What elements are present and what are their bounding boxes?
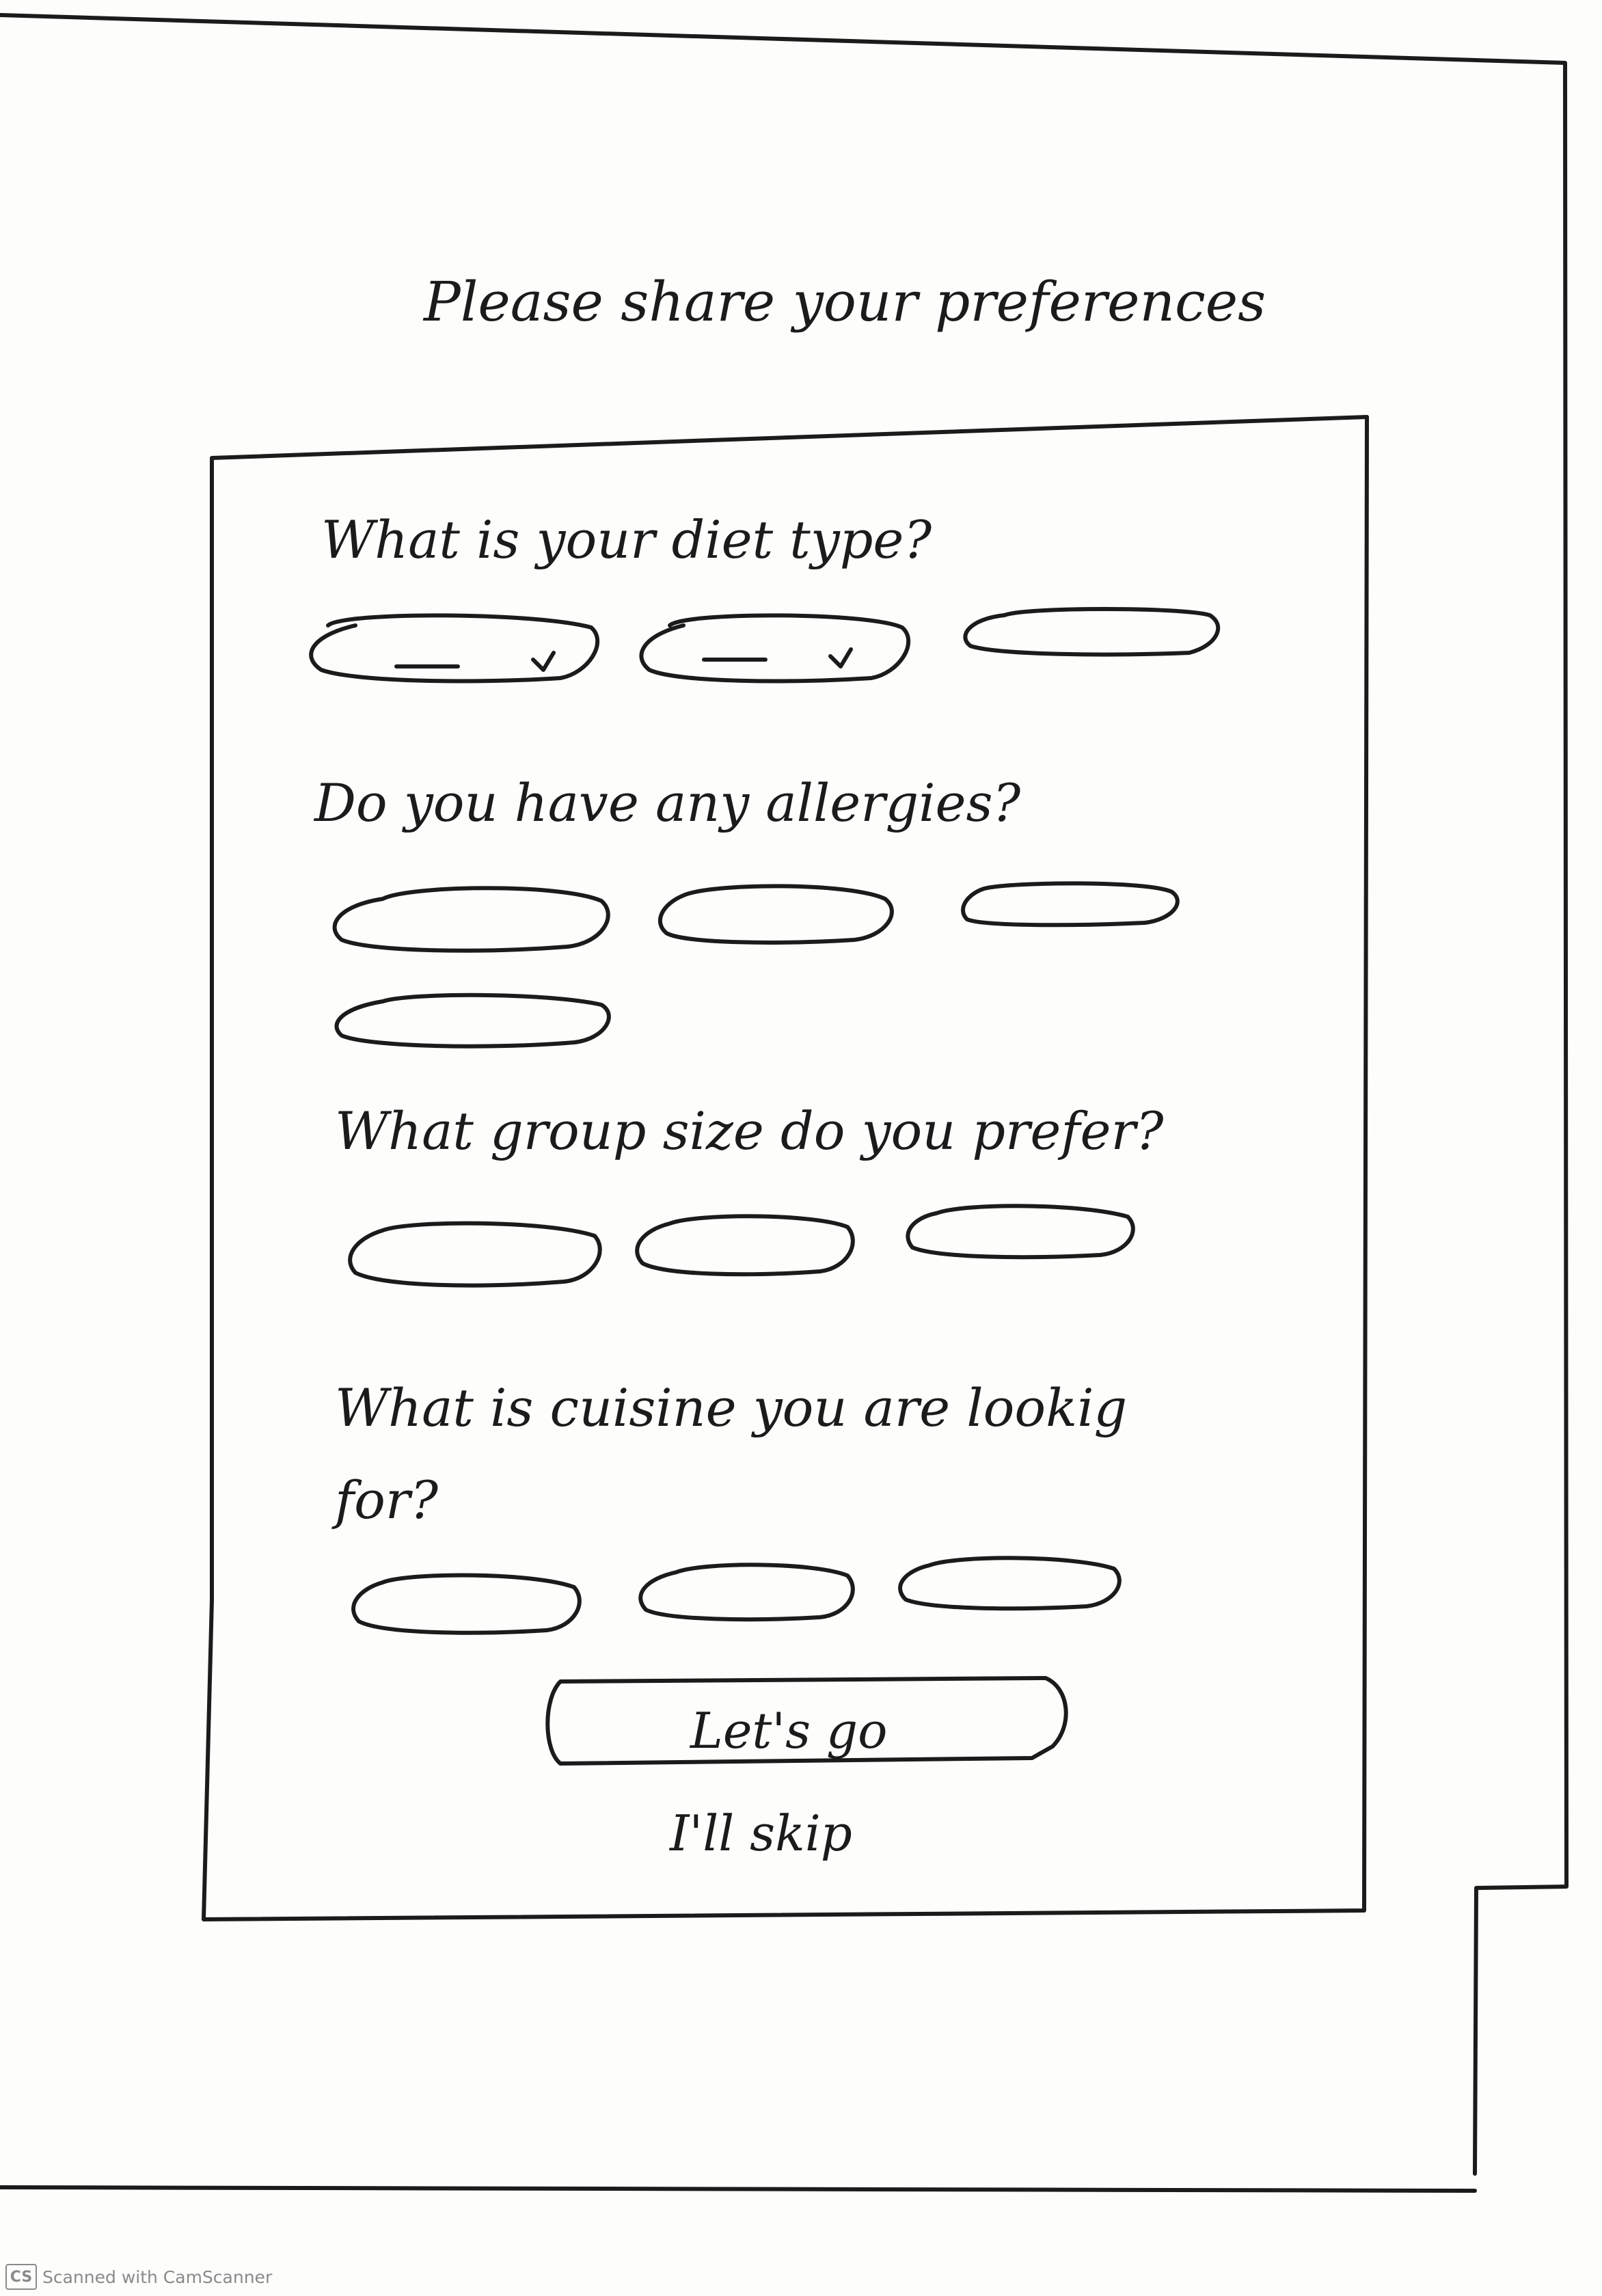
cuisine-option-3[interactable] — [892, 1552, 1128, 1613]
diet-option-3[interactable] — [957, 602, 1223, 660]
diet-question-label: What is your diet type? — [321, 509, 932, 570]
group-option-1[interactable] — [342, 1217, 608, 1288]
allergy-option-2[interactable] — [653, 880, 899, 945]
cuisine-option-2[interactable] — [632, 1558, 861, 1623]
group-size-question-label: What group size do you prefer? — [335, 1100, 1164, 1161]
allergy-option-4[interactable] — [328, 990, 615, 1048]
cuisine-question-label-line2: for? — [335, 1470, 438, 1530]
diet-option-2[interactable] — [636, 608, 916, 684]
group-option-2[interactable] — [629, 1210, 861, 1278]
skip-link[interactable]: I'll skip — [670, 1805, 852, 1862]
page-title: Please share your preferences — [424, 270, 1266, 334]
allergy-question-label: Do you have any allergies? — [314, 772, 1021, 833]
cuisine-question-label: What is cuisine you are lookig — [335, 1377, 1128, 1438]
lets-go-button[interactable] — [547, 1675, 1066, 1767]
allergy-option-3[interactable] — [957, 878, 1189, 930]
diet-option-1[interactable] — [308, 608, 601, 684]
scanner-footer-text: Scanned with CamScanner — [42, 2267, 273, 2287]
camscanner-logo: CS — [5, 2264, 37, 2290]
cuisine-option-1[interactable] — [345, 1569, 588, 1637]
allergy-option-1[interactable] — [328, 882, 615, 950]
scanner-footer: CS Scanned with CamScanner — [5, 2264, 272, 2290]
group-option-3[interactable] — [899, 1200, 1141, 1261]
